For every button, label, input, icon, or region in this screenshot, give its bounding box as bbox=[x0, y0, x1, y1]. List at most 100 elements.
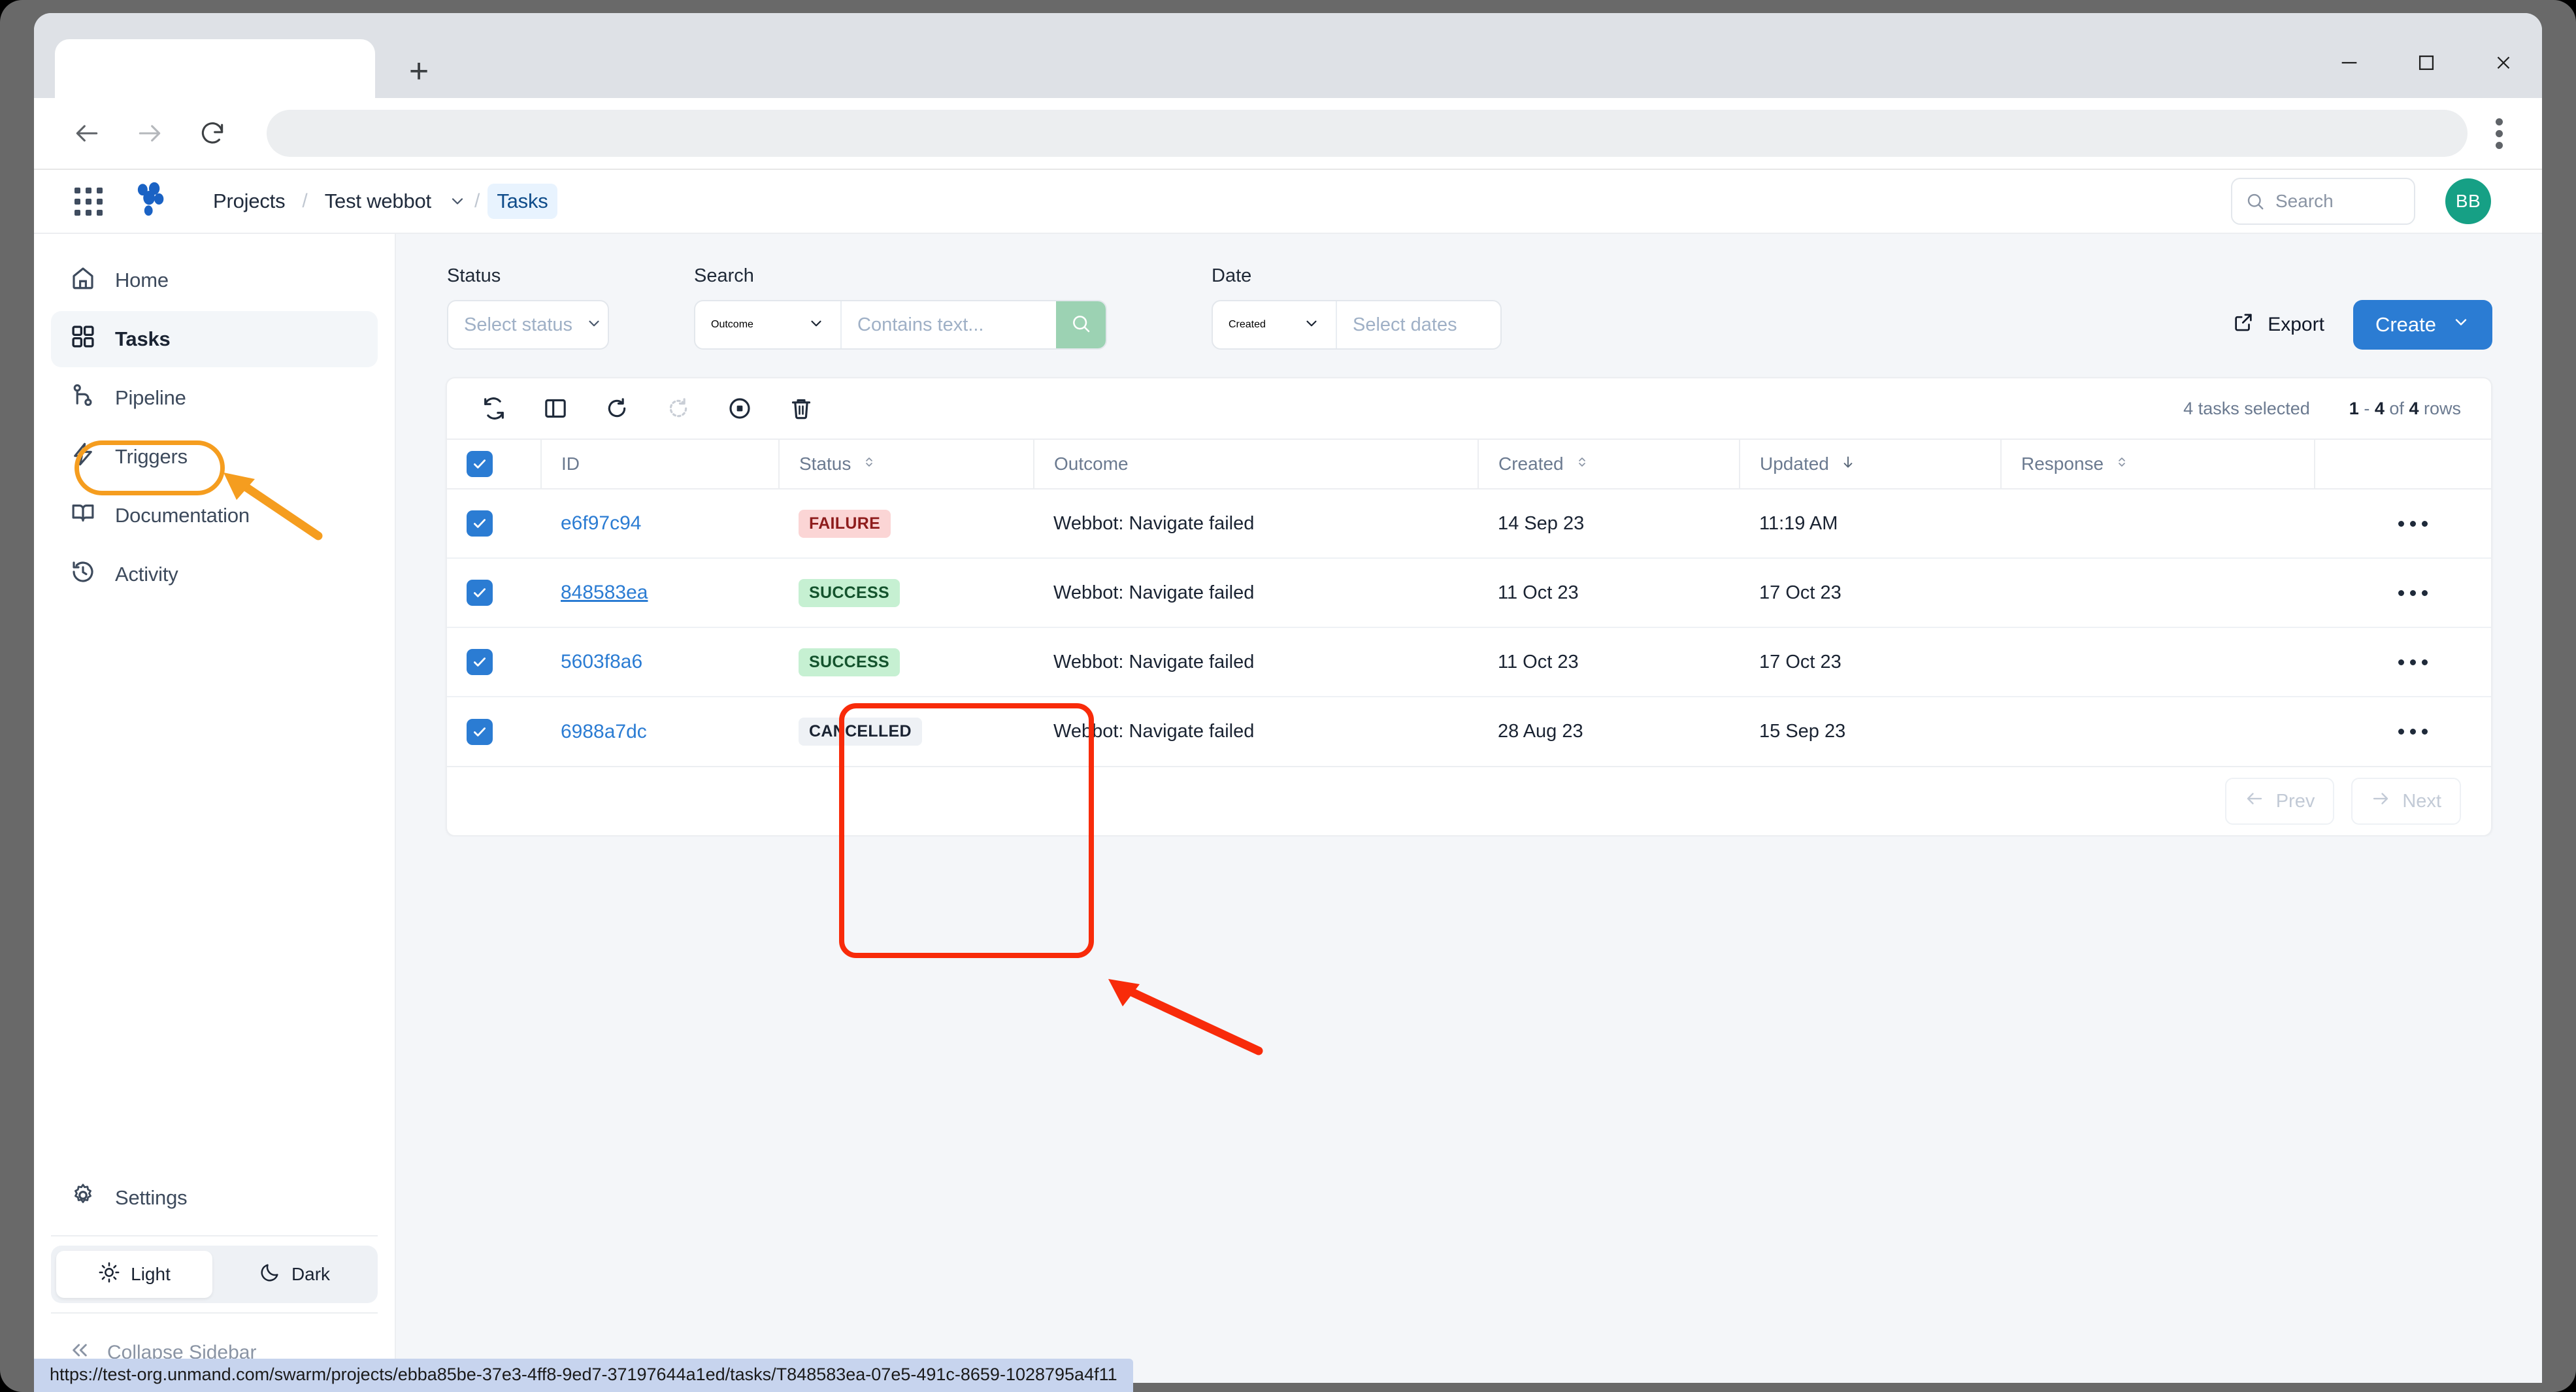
search-text-input[interactable]: Contains text... bbox=[840, 301, 1056, 348]
address-bar[interactable] bbox=[267, 110, 2468, 157]
row-more-actions-icon[interactable] bbox=[2334, 590, 2491, 596]
table-row[interactable]: 5603f8a6SUCCESSWebbot: Navigate failed11… bbox=[447, 627, 2491, 697]
task-id-link[interactable]: 5603f8a6 bbox=[561, 651, 642, 672]
column-header-status-label: Status bbox=[799, 454, 851, 474]
column-header-id[interactable]: ID bbox=[541, 439, 779, 489]
row-actions-cell bbox=[2315, 627, 2491, 697]
filter-date-group: Date Created Select dates bbox=[1212, 265, 1502, 350]
select-all-checkbox[interactable] bbox=[467, 451, 493, 477]
browser-tab[interactable] bbox=[55, 39, 375, 98]
main-empty-space bbox=[396, 837, 2542, 1383]
tasks-table: ID Status bbox=[447, 439, 2491, 766]
tasks-table-card: 4 tasks selected 1 - 4 of 4 rows bbox=[446, 377, 2492, 837]
breadcrumb-separator-2: / bbox=[467, 190, 487, 212]
table-header-row: ID Status bbox=[447, 439, 2491, 489]
column-header-created[interactable]: Created bbox=[1478, 439, 1740, 489]
row-more-actions-icon[interactable] bbox=[2334, 521, 2491, 527]
sidebar-item-tasks[interactable]: Tasks bbox=[51, 311, 378, 367]
next-page-button[interactable]: Next bbox=[2351, 778, 2461, 825]
breadcrumb-item-projects[interactable]: Projects bbox=[204, 184, 294, 219]
date-field-select[interactable]: Created bbox=[1213, 301, 1336, 348]
row-checkbox[interactable] bbox=[467, 510, 493, 537]
row-created-cell: 11 Oct 23 bbox=[1478, 558, 1740, 627]
external-link-icon bbox=[2232, 311, 2254, 339]
table-row[interactable]: 848583eaSUCCESSWebbot: Navigate failed11… bbox=[447, 558, 2491, 627]
delete-icon[interactable] bbox=[784, 391, 818, 425]
row-created-cell: 14 Sep 23 bbox=[1478, 489, 1740, 558]
sidebar-item-triggers[interactable]: Triggers bbox=[51, 429, 378, 485]
avatar[interactable]: BB bbox=[2445, 178, 2491, 224]
panel-toggle-icon[interactable] bbox=[538, 391, 572, 425]
date-field-value: Created bbox=[1229, 319, 1266, 331]
column-header-response-label: Response bbox=[2021, 454, 2104, 474]
sidebar-item-pipeline[interactable]: Pipeline bbox=[51, 370, 378, 426]
gear-icon bbox=[69, 1182, 97, 1214]
sidebar-item-activity[interactable]: Activity bbox=[51, 546, 378, 603]
reload-icon[interactable] bbox=[188, 109, 237, 157]
filter-search-label: Search bbox=[694, 265, 1107, 287]
rerun-icon[interactable] bbox=[600, 391, 634, 425]
maximize-icon[interactable] bbox=[2388, 37, 2465, 89]
theme-option-dark[interactable]: Dark bbox=[216, 1251, 372, 1298]
column-header-outcome[interactable]: Outcome bbox=[1034, 439, 1478, 489]
task-id-link[interactable]: 6988a7dc bbox=[561, 721, 647, 742]
theme-option-light[interactable]: Light bbox=[56, 1251, 212, 1298]
create-button[interactable]: Create bbox=[2353, 300, 2492, 350]
row-more-actions-icon[interactable] bbox=[2334, 729, 2491, 735]
stop-icon[interactable] bbox=[723, 391, 757, 425]
row-more-actions-icon[interactable] bbox=[2334, 659, 2491, 665]
app-switcher-icon[interactable] bbox=[74, 188, 102, 216]
breadcrumb-item-project[interactable]: Test webbot bbox=[316, 184, 440, 219]
prev-page-label: Prev bbox=[2276, 791, 2315, 812]
sort-toggle-icon bbox=[2114, 454, 2130, 474]
row-checkbox[interactable] bbox=[467, 719, 493, 745]
browser-window: + bbox=[34, 13, 2542, 1383]
clock-history-icon bbox=[69, 558, 97, 591]
task-id-link[interactable]: e6f97c94 bbox=[561, 512, 641, 534]
row-outcome-cell: Webbot: Navigate failed bbox=[1034, 558, 1478, 627]
row-updated-cell: 11:19 AM bbox=[1740, 489, 2001, 558]
export-button[interactable]: Export bbox=[2226, 302, 2331, 348]
global-search-input[interactable]: Search bbox=[2231, 178, 2415, 225]
browser-menu-icon[interactable] bbox=[2468, 109, 2530, 157]
chevron-down-icon[interactable] bbox=[448, 192, 467, 210]
search-field-select[interactable]: Outcome bbox=[695, 301, 840, 348]
app-header: Projects / Test webbot / Tasks Search BB bbox=[34, 170, 2542, 234]
column-header-response[interactable]: Response bbox=[2001, 439, 2315, 489]
refresh-icon[interactable] bbox=[477, 391, 511, 425]
column-header-updated[interactable]: Updated bbox=[1740, 439, 2001, 489]
row-id-cell: 848583ea bbox=[541, 558, 779, 627]
forward-arrow-icon[interactable] bbox=[125, 109, 174, 157]
task-id-link[interactable]: 848583ea bbox=[561, 582, 648, 603]
status-select[interactable]: Select status bbox=[447, 300, 609, 350]
row-checkbox[interactable] bbox=[467, 580, 493, 606]
row-checkbox[interactable] bbox=[467, 649, 493, 675]
window-controls bbox=[2311, 37, 2542, 89]
row-select-cell bbox=[447, 627, 541, 697]
table-pagination: Prev Next bbox=[447, 766, 2491, 835]
brand-logo[interactable] bbox=[132, 180, 167, 222]
sidebar-item-documentation[interactable]: Documentation bbox=[51, 488, 378, 544]
filter-status-label: Status bbox=[447, 265, 609, 287]
column-header-status[interactable]: Status bbox=[779, 439, 1034, 489]
sidebar-item-home[interactable]: Home bbox=[51, 252, 378, 308]
sidebar-item-settings[interactable]: Settings bbox=[51, 1170, 378, 1226]
search-submit-button[interactable] bbox=[1056, 301, 1106, 348]
breadcrumb-item-tasks[interactable]: Tasks bbox=[487, 184, 557, 219]
browser-status-bar: https://test-org.unmand.com/swarm/projec… bbox=[34, 1359, 1133, 1392]
back-arrow-icon[interactable] bbox=[63, 109, 111, 157]
filter-bar: Status Select status Search bbox=[396, 234, 2542, 377]
row-actions-cell bbox=[2315, 489, 2491, 558]
close-icon[interactable] bbox=[2465, 37, 2542, 89]
table-row[interactable]: 6988a7dcCANCELLEDWebbot: Navigate failed… bbox=[447, 697, 2491, 766]
date-range-placeholder: Select dates bbox=[1353, 314, 1457, 336]
table-row[interactable]: e6f97c94FAILUREWebbot: Navigate failed14… bbox=[447, 489, 2491, 558]
new-tab-button[interactable]: + bbox=[400, 52, 438, 90]
minimize-icon[interactable] bbox=[2311, 37, 2388, 89]
filter-search-group: Search Outcome Contains text... bbox=[694, 265, 1107, 350]
chevron-down-icon bbox=[1303, 315, 1320, 335]
sidebar: Home Tasks bbox=[34, 234, 396, 1383]
row-outcome-cell: Webbot: Navigate failed bbox=[1034, 627, 1478, 697]
prev-page-button[interactable]: Prev bbox=[2225, 778, 2335, 825]
date-range-input[interactable]: Select dates bbox=[1336, 301, 1500, 348]
